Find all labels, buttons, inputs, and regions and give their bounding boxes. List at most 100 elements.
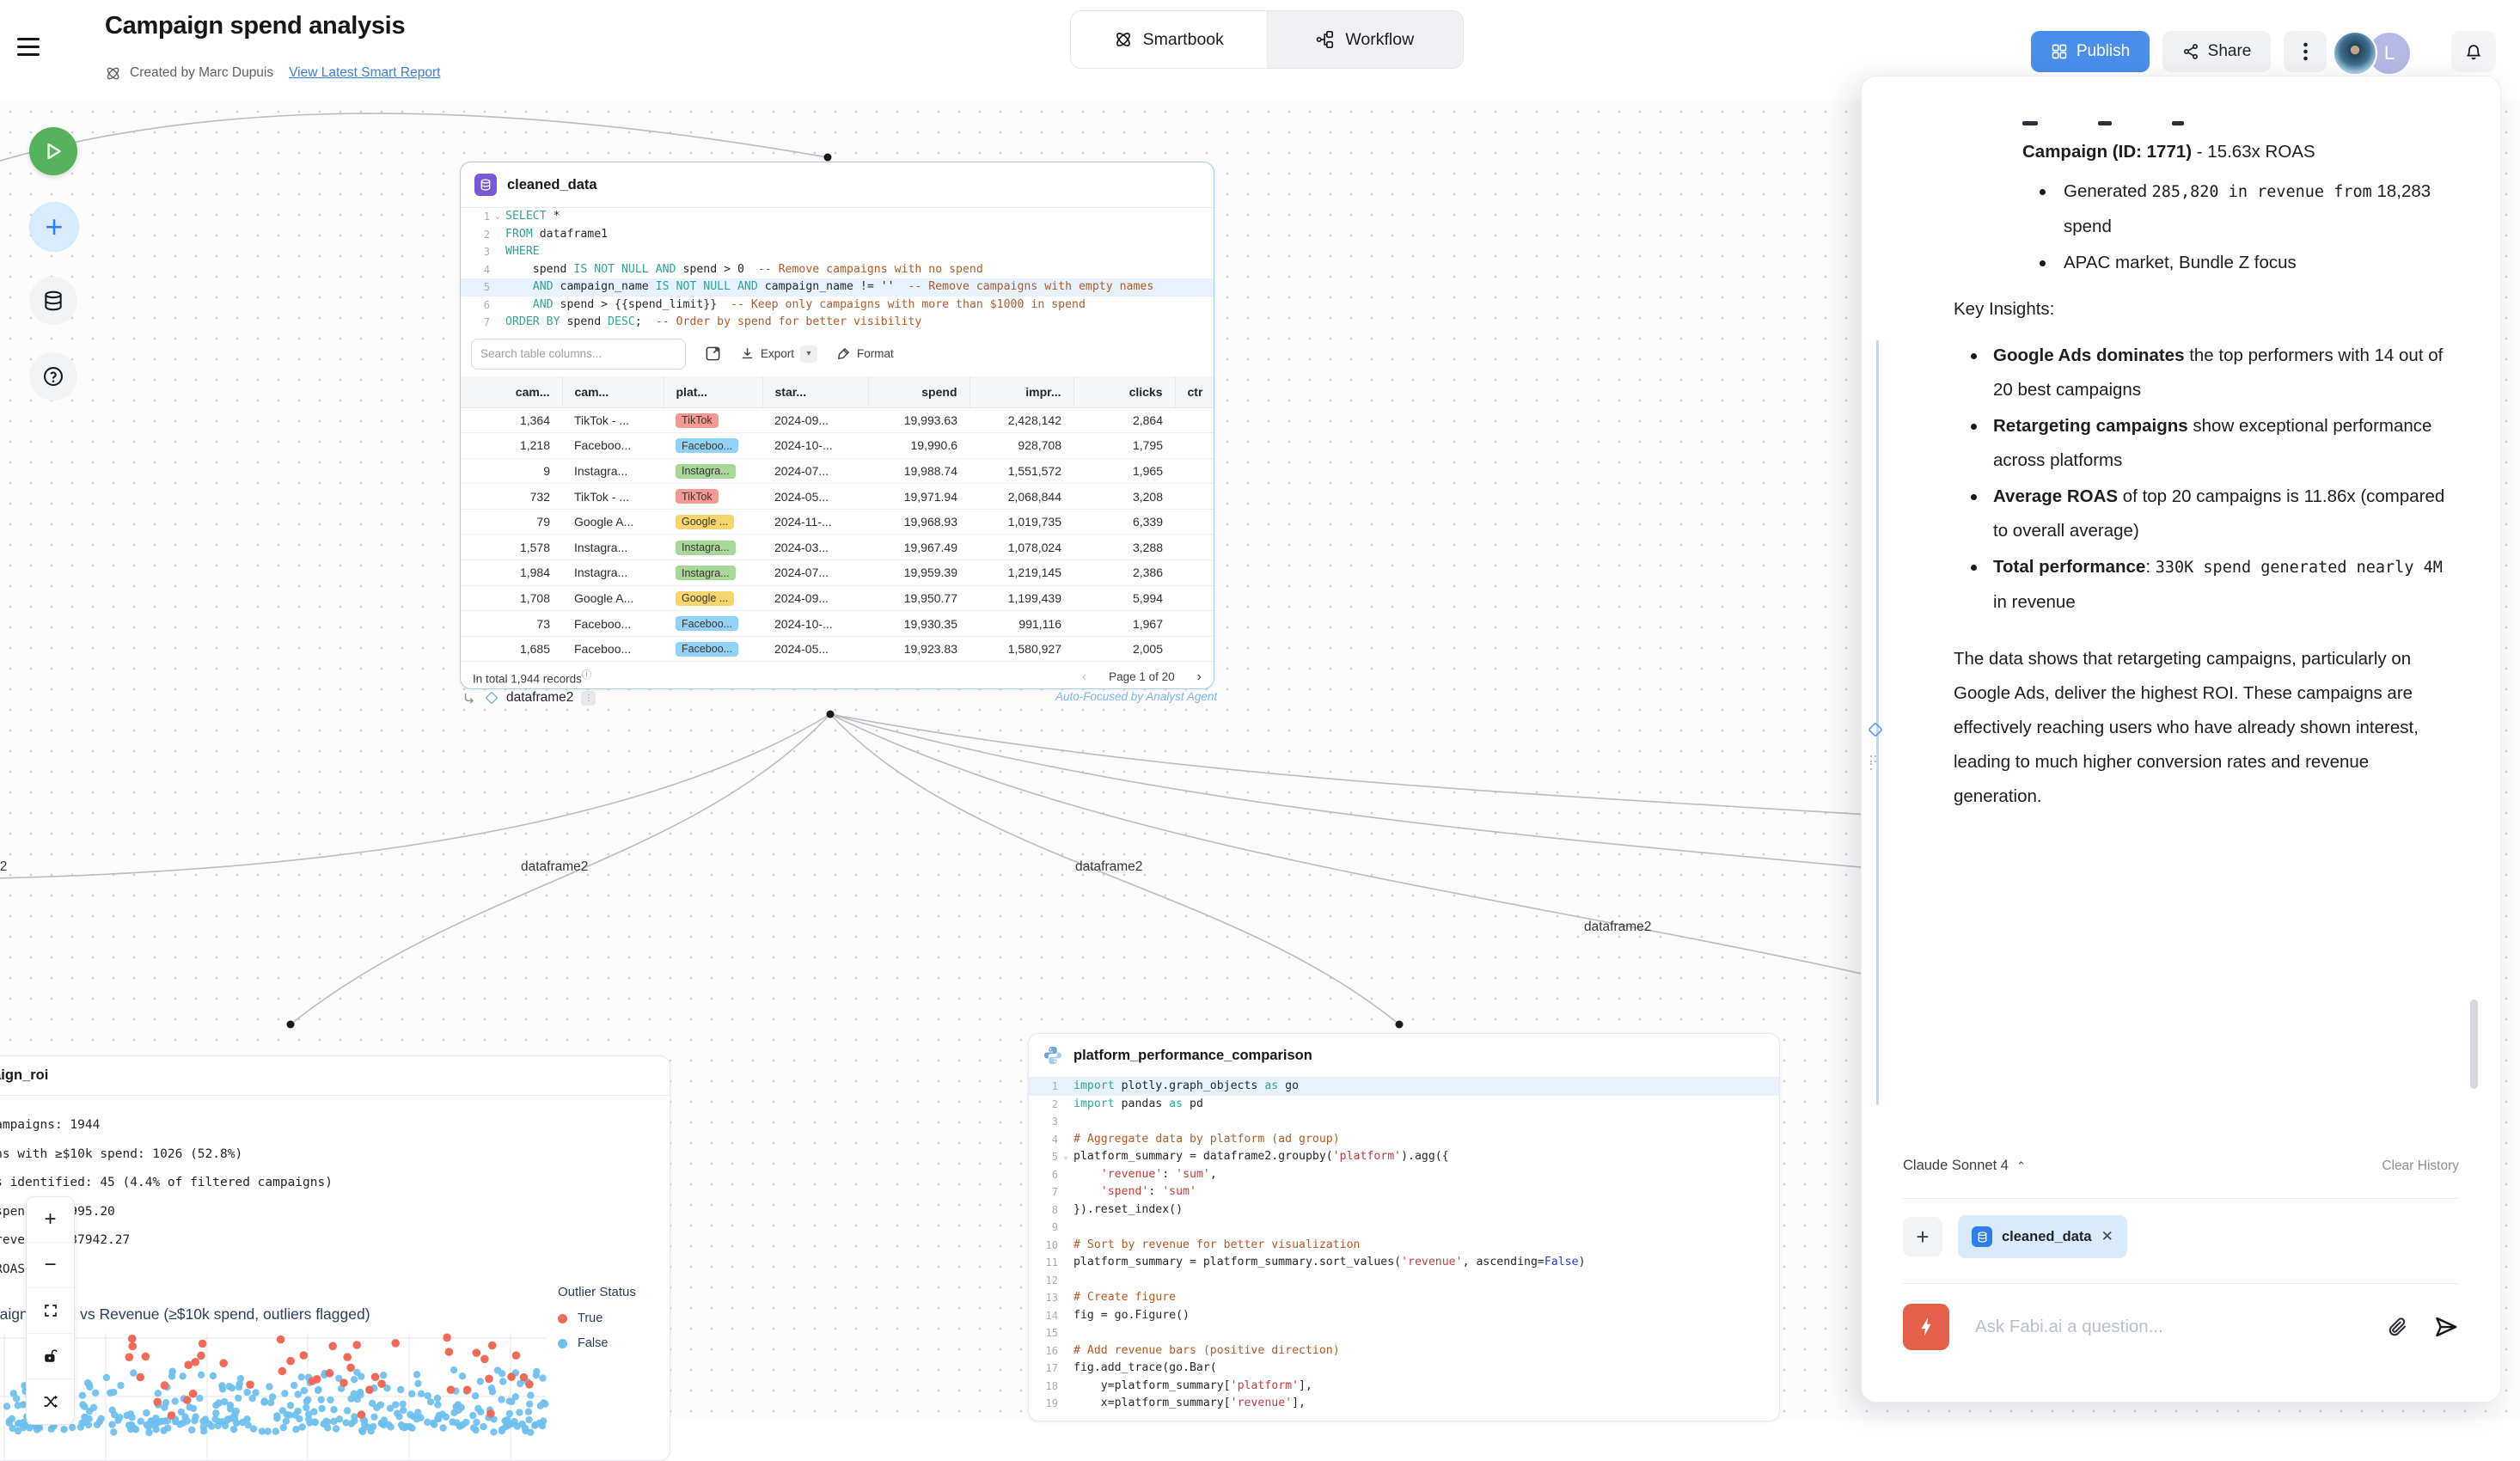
dataframe-diamond-icon (485, 691, 498, 705)
tab-workflow[interactable]: Workflow (1268, 11, 1464, 68)
table-row: 1,708 Google A... Google ... 2024-09... … (461, 585, 1214, 611)
scrollbar-thumb[interactable] (2470, 999, 2478, 1089)
node-title: cleaned_data (507, 177, 597, 193)
next-page-button[interactable]: › (1197, 669, 1202, 685)
share-icon (2182, 43, 2199, 60)
column-header[interactable]: cam... (461, 376, 562, 408)
code-line: 13# Create figure (1029, 1289, 1779, 1307)
code-line: 6 'revenue': 'sum', (1029, 1166, 1779, 1184)
prev-page-button[interactable]: ‹ (1082, 669, 1086, 685)
python-editor[interactable]: 1import plotly.graph_objects as go2impor… (1029, 1078, 1779, 1413)
table-row: 1,218 Faceboo... Faceboo... 2024-10-... … (461, 433, 1214, 459)
edge-dataframe-label: dataframe2 (1584, 920, 1651, 935)
code-line: 17fig.add_trace(go.Bar( (1029, 1360, 1779, 1378)
model-selector[interactable]: Claude Sonnet 4 ⌃ (1903, 1158, 2026, 1174)
code-line: 4# Aggregate data by platform (ad group) (1029, 1131, 1779, 1149)
search-input[interactable]: Search table columns... (471, 339, 686, 370)
fullscreen-icon (43, 1303, 58, 1318)
smart-report-link[interactable]: View Latest Smart Report (289, 65, 440, 81)
platform-badge: Instagra... (676, 464, 736, 479)
attach-icon[interactable] (2387, 1316, 2409, 1338)
smartbook-atom-icon (105, 65, 121, 82)
sql-chip-icon (1972, 1226, 1992, 1247)
tab-smartbook[interactable]: Smartbook (1071, 11, 1268, 68)
zoom-in-button[interactable]: + (27, 1197, 74, 1243)
bell-icon (2464, 42, 2483, 61)
run-workflow-button[interactable] (29, 127, 77, 175)
node-campaign-roi[interactable]: campaign_roi Total campaigns: 1944 Campa… (0, 1055, 670, 1461)
output-dataframe-label[interactable]: dataframe2 (506, 690, 573, 706)
expand-table-icon[interactable] (705, 345, 721, 362)
assistant-message: Campaign (ID: 1771) - 15.63x ROAS Genera… (1954, 121, 2461, 814)
fabi-logo (1903, 1304, 1949, 1350)
avatar-photo[interactable] (2333, 31, 2377, 76)
workflow-icon (1316, 30, 1335, 49)
database-icon (42, 290, 64, 312)
code-line: 2FROM dataframe1 (461, 226, 1214, 244)
shuffle-icon (42, 1393, 59, 1410)
code-line: 1⌄SELECT * (461, 208, 1214, 226)
context-chip-cleaned-data[interactable]: cleaned_data ✕ (1958, 1215, 2127, 1258)
platform-badge: Instagra... (676, 565, 736, 580)
edge-dataframe-label: dataframe2 (521, 859, 588, 875)
ask-question-input[interactable] (1973, 1316, 2363, 1338)
legend-item-true: True (558, 1311, 665, 1325)
zoom-out-button[interactable]: − (27, 1243, 74, 1288)
platform-badge: Faceboo... (676, 438, 738, 453)
more-options-button[interactable] (2284, 31, 2327, 72)
edge-dataframe-label: dataframe2 (1075, 859, 1142, 875)
page-indicator: Page 1 of 20 (1109, 670, 1175, 683)
help-button[interactable] (29, 352, 77, 400)
node-title: platform_performance_comparison (1073, 1048, 1312, 1064)
campaign-heading-bold: Campaign (ID: 1771) (2022, 142, 2192, 162)
code-line: 2import pandas as pd (1029, 1096, 1779, 1114)
add-context-button[interactable]: + (1903, 1217, 1942, 1256)
share-button[interactable]: Share (2162, 31, 2271, 72)
menu-icon[interactable] (17, 38, 40, 57)
column-header[interactable]: impr... (969, 376, 1073, 408)
code-line: 8}).reset_index() (1029, 1201, 1779, 1220)
send-icon[interactable] (2433, 1314, 2459, 1340)
smartbook-icon (1114, 30, 1133, 49)
notifications-button[interactable] (2451, 31, 2496, 72)
node-platform-performance[interactable]: platform_performance_comparison 1import … (1028, 1033, 1780, 1421)
table-row: 9 Instagra... Instagra... 2024-07... 19,… (461, 458, 1214, 484)
sql-editor[interactable]: 1⌄SELECT *2FROM dataframe13WHERE4 spend … (461, 208, 1214, 332)
message-bullet: Generated 285,820 in revenue from 18,283… (1954, 174, 2461, 244)
data-sources-button[interactable] (29, 277, 77, 325)
add-node-button[interactable]: + (29, 202, 79, 252)
export-options-chevron[interactable]: ▾ (800, 345, 817, 363)
remove-chip-icon[interactable]: ✕ (2101, 1228, 2113, 1245)
clear-history-button[interactable]: Clear History (2382, 1158, 2459, 1174)
drag-handle-icon[interactable]: ∶∶∶ (1869, 755, 1878, 771)
table-row: 1,364 TikTok - ... TikTok 2024-09... 19,… (461, 407, 1214, 433)
insight-bullet: Average ROAS of top 20 campaigns is 11.8… (1954, 480, 2461, 548)
column-header[interactable]: plat... (664, 376, 762, 408)
result-table: cam...cam...plat...star...spendimpr...cl… (461, 376, 1214, 663)
ai-assistant-panel: ∶∶∶ Campaign (ID: 1771) - 15.63x ROAS Ge… (1861, 76, 2501, 1403)
table-row: 73 Faceboo... Faceboo... 2024-10-... 19,… (461, 611, 1214, 637)
column-header[interactable]: ctr (1175, 376, 1214, 408)
table-row: 732 TikTok - ... TikTok 2024-05... 19,97… (461, 484, 1214, 510)
platform-badge: Instagra... (676, 541, 736, 555)
node-cleaned-data[interactable]: cleaned_data 1⌄SELECT *2FROM dataframe13… (460, 162, 1214, 689)
column-header[interactable]: spend (868, 376, 969, 408)
code-line: 3 (1029, 1113, 1779, 1131)
clipped-text-remnant (1954, 121, 2461, 130)
publish-button[interactable]: Publish (2031, 31, 2150, 72)
column-header[interactable]: clicks (1073, 376, 1175, 408)
export-button[interactable]: Export ▾ (740, 345, 817, 363)
code-line: 14fig = go.Figure() (1029, 1307, 1779, 1325)
format-button[interactable]: Format (836, 346, 894, 361)
lock-icon (43, 1348, 58, 1364)
fit-view-button[interactable] (27, 1288, 74, 1334)
lock-button[interactable] (27, 1334, 74, 1379)
output-menu-handle[interactable]: ⋮ (581, 691, 596, 706)
created-by: Created by Marc Dupuis (130, 65, 273, 81)
shuffle-layout-button[interactable] (27, 1379, 74, 1424)
column-header[interactable]: cam... (562, 376, 664, 408)
column-header[interactable]: star... (762, 376, 868, 408)
code-line: 16# Add revenue bars (positive direction… (1029, 1342, 1779, 1360)
pin-message-icon[interactable] (1867, 721, 1884, 738)
code-line: 9 (1029, 1219, 1779, 1237)
